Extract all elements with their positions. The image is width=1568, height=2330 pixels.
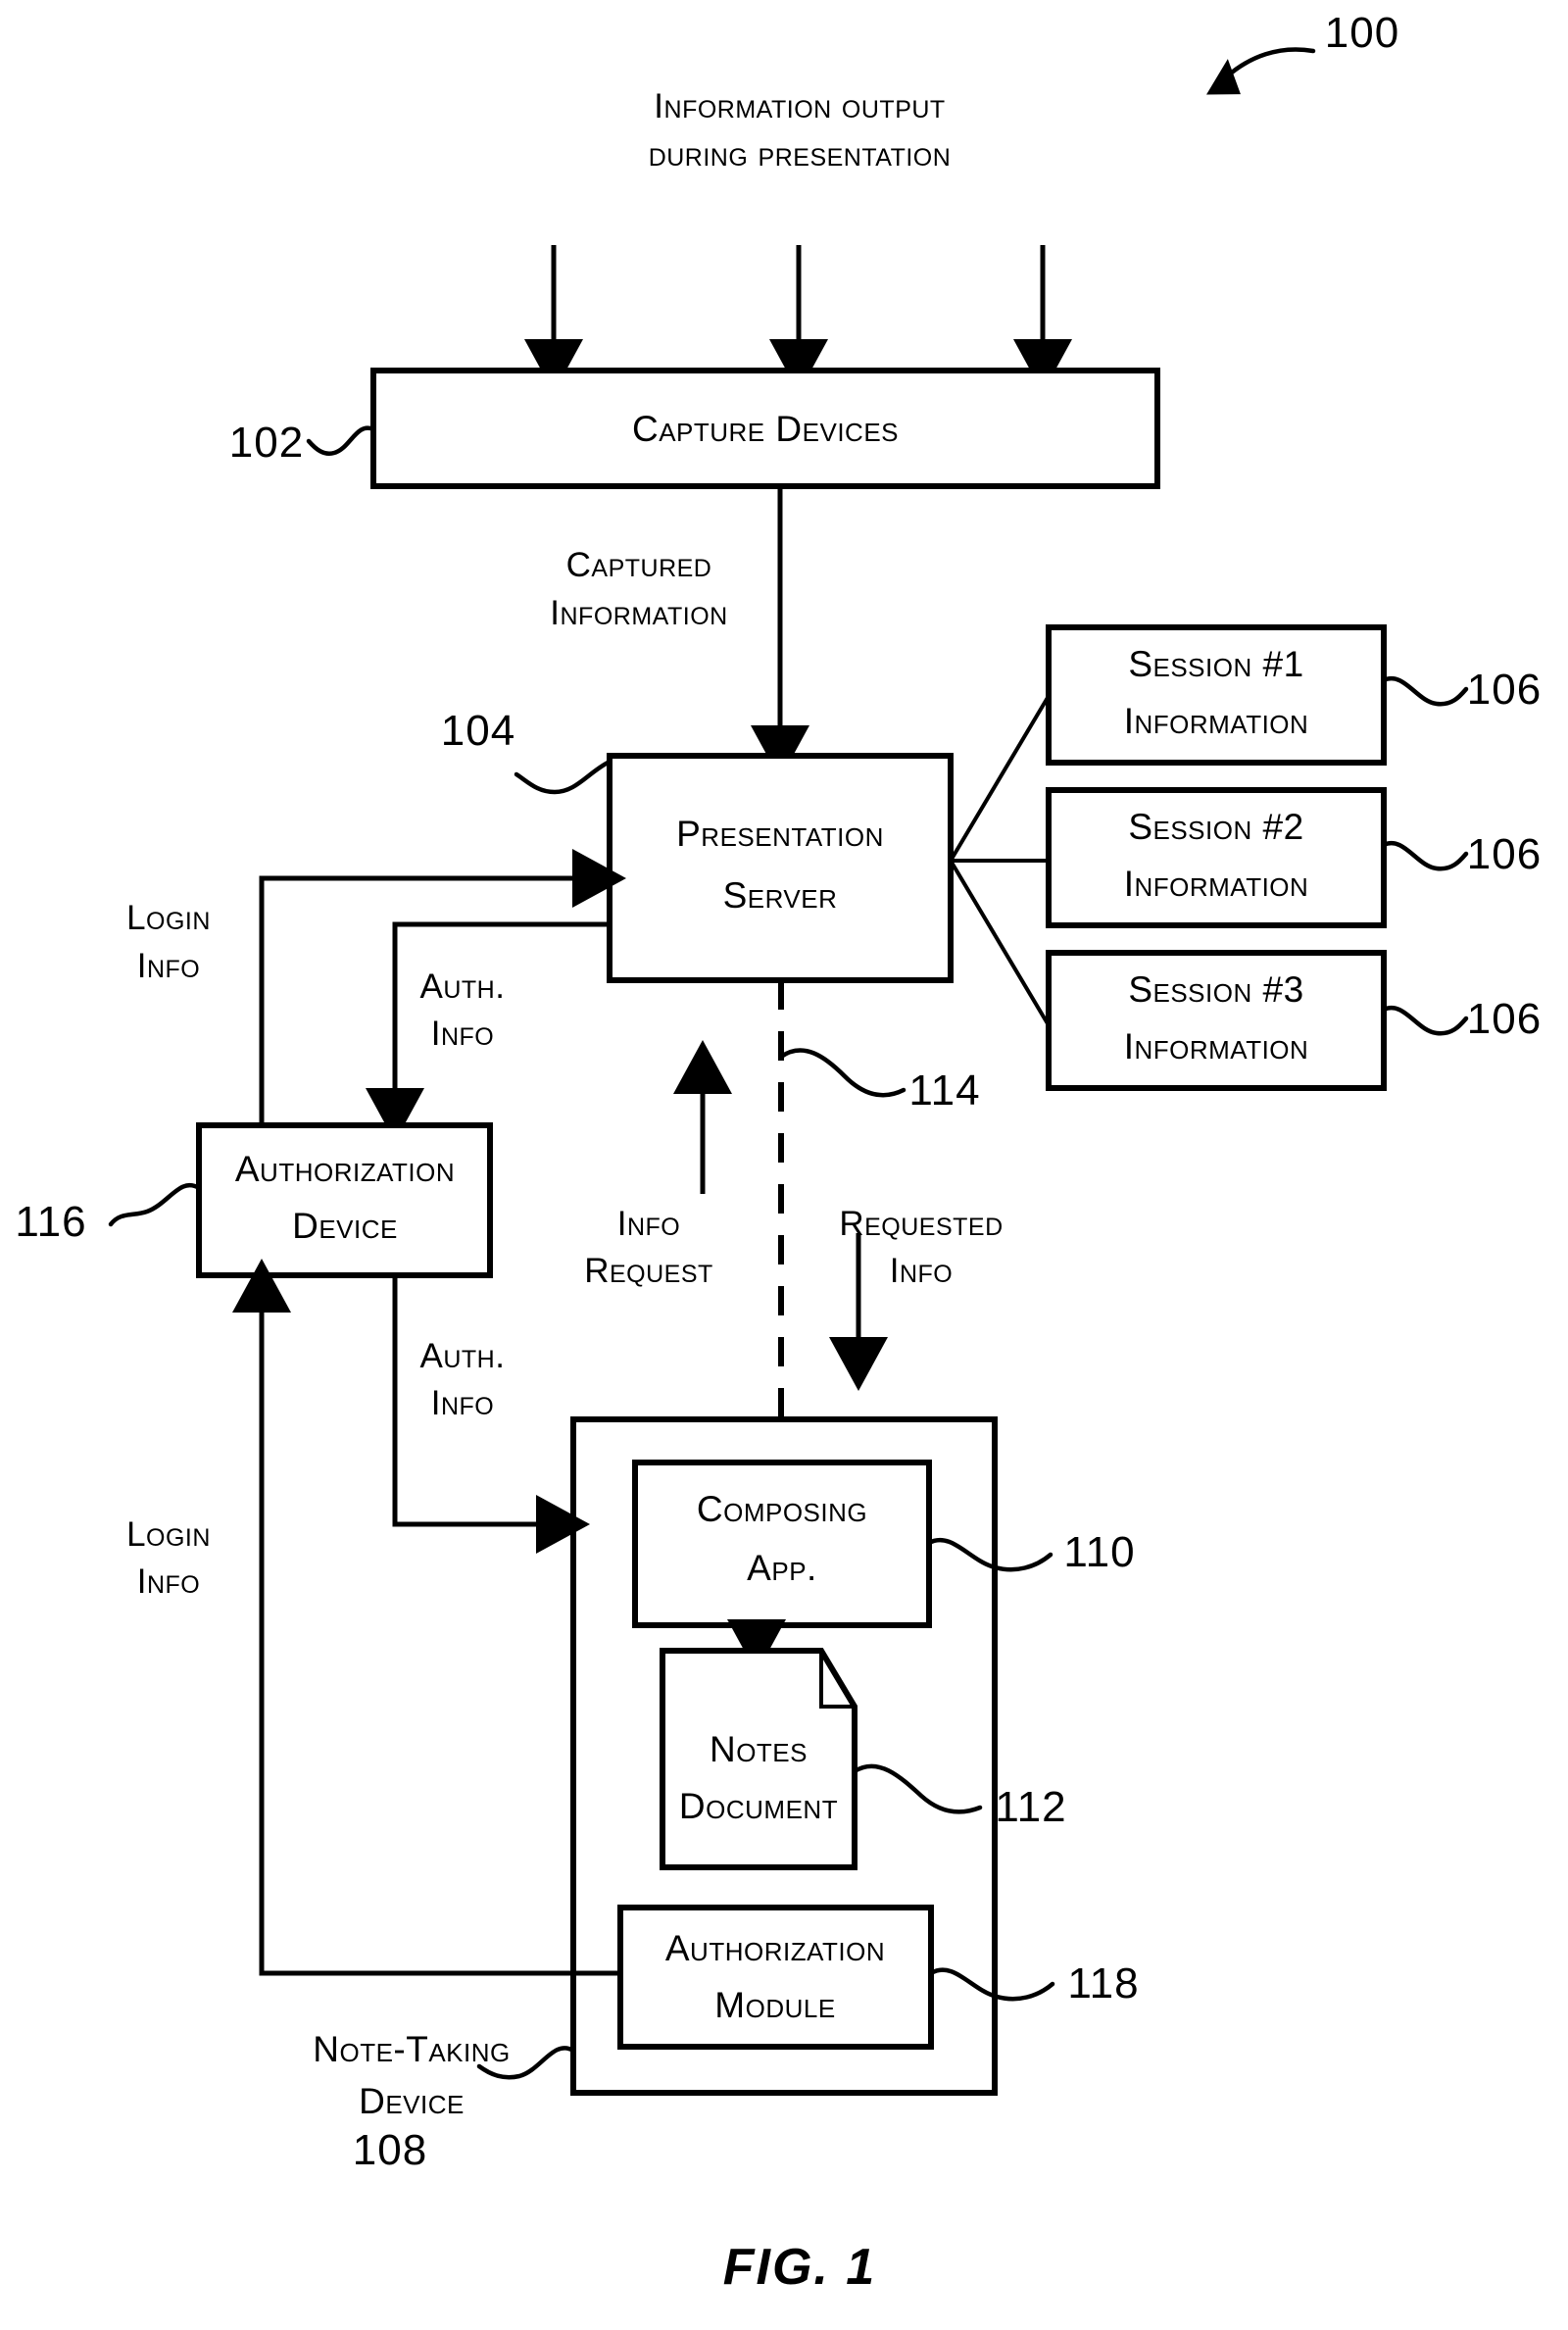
authorization-device-label-line2: Device xyxy=(292,1206,398,1246)
captured-information-label-line1: Captured xyxy=(566,546,712,584)
authorization-module-label-line1: Authorization xyxy=(665,1928,885,1968)
captured-information-label-line2: Information xyxy=(550,594,727,632)
authorization-module-label-line2: Module xyxy=(714,1985,835,2025)
session-3-label-line2: Information xyxy=(1124,1026,1309,1066)
authorization-device-label-line1: Authorization xyxy=(235,1149,455,1189)
requested-info-label-line1: Requested xyxy=(839,1205,1003,1243)
login-info-module-label-line2: Info xyxy=(137,1562,201,1601)
session-2-numeral: 106 xyxy=(1467,830,1542,878)
composing-app-label-line1: Composing xyxy=(697,1489,867,1529)
authorization-device-lead xyxy=(108,1183,202,1227)
system-numeral-100: 100 xyxy=(1325,9,1399,57)
presentation-server-lead xyxy=(514,759,612,795)
network-link-numeral: 114 xyxy=(908,1066,980,1115)
presentation-server-numeral: 104 xyxy=(441,707,515,755)
auth-info-module-label-line1: Auth. xyxy=(420,1337,506,1375)
session-2-label-line1: Session #2 xyxy=(1128,807,1303,847)
capture-devices-lead xyxy=(306,425,376,456)
information-output-label-line2: during presentation xyxy=(649,135,952,174)
login-info-server-label-line1: Login xyxy=(126,899,211,937)
network-link-lead xyxy=(778,1048,906,1098)
login-info-module-label-line1: Login xyxy=(126,1515,211,1554)
composing-app-numeral: 110 xyxy=(1063,1528,1135,1576)
information-input-arrows xyxy=(524,245,1072,394)
auth-info-module-label-line2: Info xyxy=(431,1384,495,1422)
info-request-label-line2: Request xyxy=(584,1252,713,1290)
notes-document-label-line1: Notes xyxy=(710,1729,808,1769)
requested-info-label-line2: Info xyxy=(890,1252,954,1290)
note-taking-device-label-line1: Note-Taking xyxy=(313,2029,511,2069)
session-3-label-line1: Session #3 xyxy=(1128,969,1303,1010)
presentation-server-box xyxy=(607,753,954,983)
information-output-label-line1: Information output xyxy=(654,87,945,125)
notes-document-lead xyxy=(852,1763,983,1814)
authorization-device-numeral: 116 xyxy=(15,1198,86,1246)
composing-app-box xyxy=(632,1460,932,1628)
session-3-numeral: 106 xyxy=(1467,995,1542,1043)
presentation-server-label-line2: Server xyxy=(723,875,838,916)
patent-figure: Information output during presentation 1… xyxy=(0,0,1568,2330)
session-2-label-line2: Information xyxy=(1124,864,1309,904)
info-request-label-line1: Info xyxy=(617,1205,681,1243)
authorization-device-box xyxy=(196,1122,493,1278)
session-1-label-line1: Session #1 xyxy=(1128,644,1303,684)
session-1-label-line2: Information xyxy=(1124,701,1309,741)
session-1-numeral: 106 xyxy=(1467,666,1542,714)
authorization-module-numeral: 118 xyxy=(1067,1959,1139,2008)
figure-caption: FIG. 1 xyxy=(723,2239,876,2296)
presentation-server-label-line1: Presentation xyxy=(676,814,884,854)
composing-app-lead xyxy=(926,1537,1054,1572)
system-100-lead xyxy=(1206,47,1316,95)
capture-devices-label: Capture Devices xyxy=(632,409,899,449)
session-3-lead xyxy=(1381,1005,1469,1036)
note-taking-device-numeral: 108 xyxy=(353,2126,427,2174)
notes-document-numeral: 112 xyxy=(995,1783,1066,1831)
auth-info-to-device-path xyxy=(366,921,610,1143)
login-info-server-label-line2: Info xyxy=(137,947,201,985)
session-2-lead xyxy=(1381,840,1469,871)
auth-info-device-label-line2: Info xyxy=(431,1015,495,1053)
auth-info-device-label-line1: Auth. xyxy=(420,967,506,1006)
session-connectors xyxy=(949,694,1051,1027)
notes-document-label-line2: Document xyxy=(679,1786,838,1826)
composing-app-label-line2: App. xyxy=(747,1548,817,1588)
diagram-canvas: Information output during presentation 1… xyxy=(15,9,1542,2296)
session-1-lead xyxy=(1381,675,1469,707)
capture-devices-numeral: 102 xyxy=(229,419,304,467)
note-taking-device-label-line2: Device xyxy=(359,2081,465,2121)
